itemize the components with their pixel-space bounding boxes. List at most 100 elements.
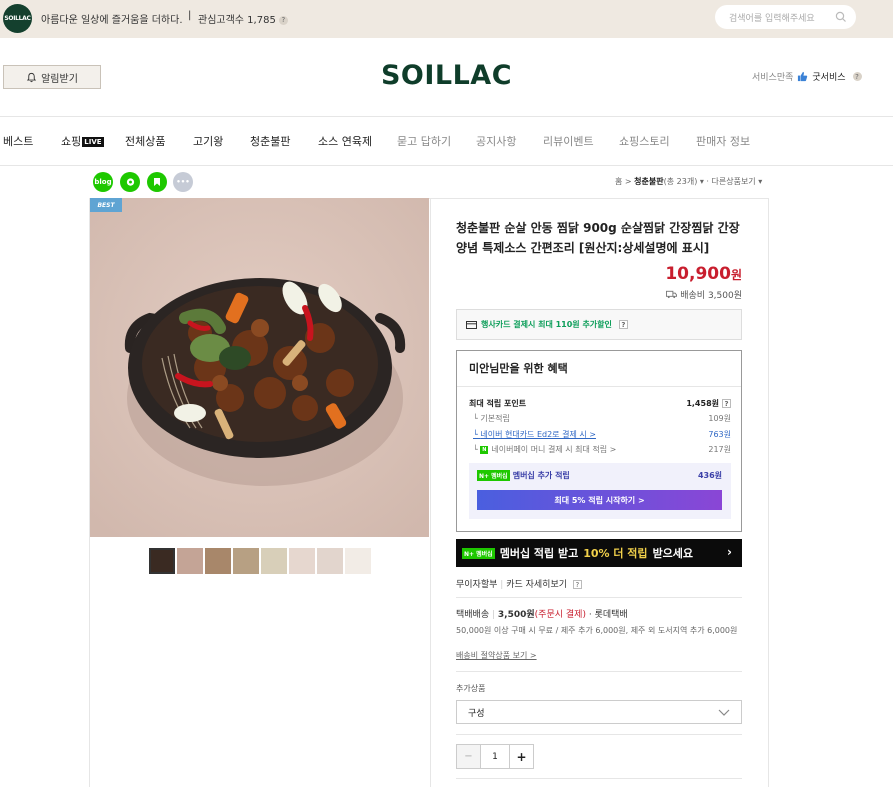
banner-text-b: 받으세요 xyxy=(652,547,694,560)
benefit-heading: 미안님만을 위한 혜택 xyxy=(469,362,568,375)
search-input[interactable]: 검색어를 입력해주세요 xyxy=(715,5,856,29)
card-promo[interactable]: 행사카드 결제시 최대 110원 추가할인 ? xyxy=(456,309,742,340)
divider xyxy=(457,386,741,387)
good-service-label: 굿서비스 xyxy=(812,73,846,83)
increase-button[interactable]: + xyxy=(509,745,533,768)
quantity-value[interactable]: 1 xyxy=(481,745,509,768)
naver-plus-badge: N+ 멤버십 xyxy=(462,547,495,559)
divider xyxy=(0,165,893,166)
thumbnail-strip xyxy=(149,548,371,574)
shipping-label: 배송비 3,500원 xyxy=(680,291,742,301)
delivery-fee: 3,500원 xyxy=(497,610,535,620)
search-icon[interactable] xyxy=(835,11,847,23)
point-label-text: 기본적립 xyxy=(480,414,510,423)
banner-text-a: 멤버십 적립 받고 xyxy=(499,547,579,560)
breadcrumb-arrow: > xyxy=(624,177,632,186)
breadcrumb-current[interactable]: 청춘불판 xyxy=(634,177,663,186)
thumbnail[interactable] xyxy=(317,548,343,574)
nav-item-shopping-story[interactable]: 쇼핑스토리 xyxy=(619,133,670,149)
membership-label: 멤버십 추가 적립 xyxy=(512,471,570,480)
separator: | xyxy=(492,610,496,620)
thumbnail[interactable] xyxy=(345,548,371,574)
more-icon[interactable]: ••• xyxy=(173,172,193,192)
separator: | xyxy=(188,10,192,21)
divider xyxy=(456,671,742,672)
nav-item-all-products[interactable]: 전체상품 xyxy=(125,133,165,149)
nav-item-youth-grill[interactable]: 청춘불판 xyxy=(250,133,290,149)
nav-item-review-event[interactable]: 리뷰이벤트 xyxy=(543,133,594,149)
membership-banner[interactable]: N+ 멤버십 멤버십 적립 받고 10% 더 적립 받으세요 › xyxy=(456,539,742,567)
fan-count: 관심고객수 1,785? xyxy=(198,11,288,26)
nav-item-shopping-live[interactable]: 쇼핑 LIVE xyxy=(61,133,104,149)
service-label: 서비스만족 xyxy=(752,73,794,83)
thumbnail[interactable] xyxy=(261,548,287,574)
help-icon[interactable]: ? xyxy=(722,399,731,408)
help-icon[interactable]: ? xyxy=(278,15,288,25)
thumbnail[interactable] xyxy=(205,548,231,574)
card-icon xyxy=(466,320,477,329)
option-select[interactable]: 구성 xyxy=(456,700,742,724)
nav-item-label: 쇼핑 xyxy=(61,135,82,148)
other-products-link[interactable]: 다른상품보기 xyxy=(712,177,756,186)
chevron-right-icon: › xyxy=(727,545,732,559)
nav-item-best[interactable]: 베스트 xyxy=(3,133,33,149)
help-icon[interactable]: ? xyxy=(572,580,582,589)
speech-bubble-icon xyxy=(126,177,134,186)
search-placeholder: 검색어를 입력해주세요 xyxy=(729,14,815,24)
naver-plus-badge: N+ 멤버십 xyxy=(477,470,510,481)
truck-icon xyxy=(666,290,678,299)
membership-start-button[interactable]: 최대 5% 적립 시작하기 > xyxy=(477,490,722,510)
fan-count-label: 관심고객수 1,785 xyxy=(198,15,276,26)
frame-border xyxy=(768,198,769,787)
decrease-button[interactable]: − xyxy=(457,745,481,768)
npay-icon: N xyxy=(480,445,489,454)
point-value: 217원 xyxy=(708,445,731,454)
thumbs-up-icon xyxy=(798,71,808,82)
nav-item-sauce[interactable]: 소스 연육제 xyxy=(318,133,372,149)
kakaostory-icon[interactable] xyxy=(120,172,140,192)
delivery-info: 택배배송 | 3,500원(주문시 결제) · 롯데택배 xyxy=(456,607,628,620)
help-icon[interactable]: ? xyxy=(618,320,628,329)
breadcrumb-count: (총 23개) xyxy=(663,177,698,186)
nav-item-notice[interactable]: 공지사항 xyxy=(476,133,516,149)
nav-item-seller-info[interactable]: 판매자 정보 xyxy=(696,133,750,149)
point-row: └ 기본적립 109원 xyxy=(469,413,731,424)
point-label-text: 네이버 현대카드 Ed2로 결제 시 > xyxy=(480,430,596,439)
store-slogan: 아름다운 일상에 즐거움을 더하다. xyxy=(41,15,183,26)
max-point-value-wrap: 1,458원? xyxy=(686,398,731,409)
divider xyxy=(456,734,742,735)
delivery-courier: · 롯데택배 xyxy=(588,610,628,620)
delivery-label: 택배배송 xyxy=(456,610,490,620)
option-select-value: 구성 xyxy=(468,708,485,719)
card-detail-link[interactable]: 카드 자세히보기 xyxy=(506,580,567,590)
point-value: 109원 xyxy=(708,414,731,423)
point-label[interactable]: └ N 네이버페이 머니 결제 시 최대 적립 > xyxy=(469,444,616,455)
shipping-save-link[interactable]: 배송비 절약상품 보기 > xyxy=(456,650,537,661)
membership-value: 436원 xyxy=(697,471,722,480)
thumbnail[interactable] xyxy=(289,548,315,574)
nav-item-qna[interactable]: 묻고 답하기 xyxy=(397,133,451,149)
separator: | xyxy=(500,580,504,590)
thumbnail[interactable] xyxy=(177,548,203,574)
help-icon[interactable]: ? xyxy=(852,72,862,81)
nav-item-meat-king[interactable]: 고기왕 xyxy=(193,133,223,149)
bookmark-icon[interactable] xyxy=(147,172,167,192)
bookmark-shape-icon xyxy=(154,178,160,186)
product-price: 10,900원 xyxy=(665,264,742,284)
service-badge: 서비스만족 굿서비스 ? xyxy=(752,70,862,83)
store-logo[interactable]: SOILLAC xyxy=(3,4,32,33)
point-row[interactable]: └ N 네이버페이 머니 결제 시 최대 적립 > 217원 xyxy=(469,444,731,455)
point-label[interactable]: └ 네이버 현대카드 Ed2로 결제 시 > xyxy=(469,429,596,440)
divider xyxy=(456,597,742,598)
max-point-value: 1,458원 xyxy=(686,399,719,408)
thumbnail[interactable] xyxy=(149,548,175,574)
blog-icon[interactable]: blog xyxy=(93,172,113,192)
braised-chicken-dish-image xyxy=(90,198,429,537)
point-row[interactable]: └ 네이버 현대카드 Ed2로 결제 시 > 763원 xyxy=(469,429,731,440)
breadcrumb-home[interactable]: 홈 xyxy=(615,177,622,186)
thumbnail[interactable] xyxy=(233,548,259,574)
shipping-fee: 배송비 3,500원 xyxy=(666,288,742,301)
benefit-box: 미안님만을 위한 혜택 최대 적립 포인트 1,458원? └ 기본적립 109… xyxy=(456,350,742,532)
price-currency: 원 xyxy=(730,268,742,282)
product-image[interactable]: BEST xyxy=(90,198,429,537)
